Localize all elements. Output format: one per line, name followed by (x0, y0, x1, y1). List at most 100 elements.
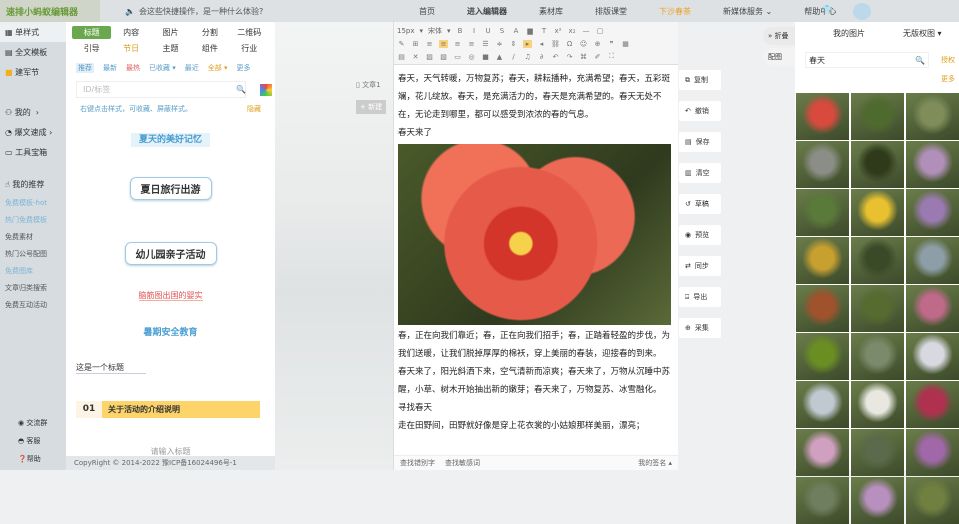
find-typos-button[interactable]: 查找错别字 (400, 458, 435, 468)
clear-icon[interactable]: ✕ (411, 53, 420, 61)
sidebar-item-mine[interactable]: ⚇ 我的 › (0, 102, 66, 122)
new-doc-button[interactable]: + 新建 (356, 100, 387, 114)
filter-hottest[interactable]: 最热 (126, 63, 140, 73)
picture-thumbnail[interactable] (851, 381, 904, 428)
service-button[interactable]: ◓ 客服 (18, 436, 40, 446)
picture-thumbnail[interactable] (796, 381, 849, 428)
color-palette-icon[interactable] (259, 83, 272, 96)
font-size-select[interactable]: 15px (397, 27, 415, 35)
picture-thumbnail[interactable] (796, 189, 849, 236)
picture-thumbnail[interactable] (796, 477, 849, 524)
my-signature-button[interactable]: 我的签名 ▴ (638, 458, 672, 468)
table-icon[interactable]: ⊞ (411, 40, 420, 48)
filter-more[interactable]: 更多 (237, 63, 251, 73)
draft-button[interactable]: ↺ 草稿 (679, 194, 721, 214)
unlink-icon[interactable]: ∂ (537, 53, 546, 61)
style-item[interactable]: 01 关于活动的介绍说明 (76, 401, 260, 418)
picture-thumbnail[interactable] (851, 285, 904, 332)
preview-button[interactable]: ◉ 预览 (679, 225, 721, 245)
picture-thumbnail[interactable] (796, 93, 849, 140)
underline-icon[interactable]: U (484, 27, 493, 35)
notice-text[interactable]: 会这些快捷操作，是一种什么体验? (139, 6, 299, 17)
brush-icon[interactable]: ▲ (495, 53, 504, 61)
ltr-icon[interactable]: ▸ (523, 39, 532, 48)
style-item[interactable]: 暑期安全教育 (66, 325, 275, 338)
tab-component[interactable]: 组件 (190, 42, 229, 55)
map-icon[interactable]: ◎ (467, 53, 476, 61)
style-item[interactable]: 夏日旅行出游 (66, 177, 275, 200)
avatar[interactable] (853, 3, 871, 20)
tab-qrcode[interactable]: 二维码 (230, 26, 269, 39)
picture-thumbnail[interactable] (906, 141, 959, 188)
fullscreen-icon[interactable]: ▢ (596, 27, 605, 35)
clear-button[interactable]: ▥ 清空 (679, 163, 721, 183)
tab-theme[interactable]: 主题 (151, 42, 190, 55)
tab-festival[interactable]: 节日 (111, 42, 150, 55)
superscript-icon[interactable]: x² (554, 27, 563, 35)
undo-button[interactable]: ↶ 撤销 (679, 101, 721, 121)
html-icon[interactable]: ⌘ (579, 53, 588, 61)
image-toggle-button[interactable]: 配图 (763, 48, 797, 66)
strike-icon[interactable]: S (498, 27, 507, 35)
link-hot-templates[interactable]: 热门免费模板 (0, 211, 66, 228)
help-button[interactable]: ❓帮助 (18, 454, 41, 464)
style-item[interactable]: 幼儿园亲子活动 (66, 242, 275, 265)
tab-content[interactable]: 内容 (111, 26, 150, 39)
search-icon[interactable]: 🔍 (236, 85, 246, 94)
sidebar-item-single-style[interactable]: ▦ 单样式 (0, 22, 66, 42)
picture-thumbnail[interactable] (906, 285, 959, 332)
sync-button[interactable]: ⇄ 同步 (679, 256, 721, 276)
fold-button[interactable]: » 折叠 (763, 27, 797, 45)
picture-thumbnail[interactable] (906, 477, 959, 524)
align-center-icon[interactable]: ≡ (439, 39, 448, 48)
tab-free-images[interactable]: 无版权图 ▾ (903, 28, 942, 39)
picture-thumbnail[interactable] (851, 189, 904, 236)
picture-thumbnail[interactable] (796, 141, 849, 188)
picture-thumbnail[interactable] (851, 429, 904, 476)
spacing-icon[interactable]: ⇕ (509, 40, 518, 48)
filter-latest[interactable]: 最新 (103, 63, 117, 73)
find-sensitive-button[interactable]: 查找敏感词 (445, 458, 480, 468)
filter-all[interactable]: 全部 ▾ (208, 63, 228, 73)
link-free-activities[interactable]: 免费互动活动 (0, 296, 66, 313)
format-icon[interactable]: T (540, 27, 549, 35)
nav-promo[interactable]: 下沙春茶 (659, 6, 691, 17)
more-link[interactable]: 更多 (941, 74, 955, 84)
align-left-icon[interactable]: ≡ (425, 40, 434, 48)
redo-icon[interactable]: ↷ (565, 53, 574, 61)
paste-icon[interactable]: ▤ (397, 53, 406, 61)
link-icon[interactable]: ⛓ (551, 40, 560, 48)
doc-tab[interactable]: ▯ 文章1 (356, 80, 381, 90)
eraser-icon[interactable]: ✎ (397, 40, 406, 48)
picture-thumbnail[interactable] (906, 381, 959, 428)
style-item[interactable]: 夏天的美好记忆 (66, 132, 275, 147)
font-family-select[interactable]: 宋体 (428, 26, 442, 36)
list-icon[interactable]: ☰ (481, 40, 490, 48)
picture-thumbnail[interactable] (851, 141, 904, 188)
font-color-icon[interactable]: A (512, 27, 521, 35)
link-free-materials[interactable]: 免费素材 (0, 228, 66, 245)
hr-icon[interactable]: — (582, 27, 591, 35)
picture-thumbnail[interactable] (851, 237, 904, 284)
line-height-icon[interactable]: ≑ (495, 40, 504, 48)
hibiscus-image[interactable] (398, 144, 671, 325)
tab-image[interactable]: 图片 (151, 26, 190, 39)
export-button[interactable]: ⍈ 导出 (679, 287, 721, 307)
editor-content[interactable]: 春天，天气转暖，万物复苏；春天，耕耘播种，充满希望；春天，五彩斑斓，花儿绽放。春… (394, 65, 678, 440)
chat-group-button[interactable]: ◉ 交流群 (18, 418, 47, 428)
sidebar-item-viral[interactable]: ◔ 爆文速成 › (0, 122, 66, 142)
authorize-link[interactable]: 授权 (941, 55, 955, 65)
tab-divider[interactable]: 分割 (190, 26, 229, 39)
picture-thumbnail[interactable] (851, 333, 904, 380)
pen-icon[interactable]: ∕ (509, 53, 518, 61)
subscript-icon[interactable]: x₂ (568, 27, 577, 35)
sidebar-item-toolbox[interactable]: ▭ 工具宝箱 (0, 142, 66, 162)
link-free-gallery[interactable]: 免费图库 (0, 262, 66, 279)
nav-materials[interactable]: 素材库 (539, 6, 563, 17)
tab-my-pictures[interactable]: 我的图片 (833, 28, 865, 39)
undo-icon[interactable]: ↶ (551, 53, 560, 61)
picture-thumbnail[interactable] (851, 93, 904, 140)
sidebar-item-army-day[interactable]: ■ 建军节 (0, 62, 66, 82)
picture-thumbnail[interactable] (906, 237, 959, 284)
hide-tip-link[interactable]: 隐藏 (247, 104, 261, 114)
